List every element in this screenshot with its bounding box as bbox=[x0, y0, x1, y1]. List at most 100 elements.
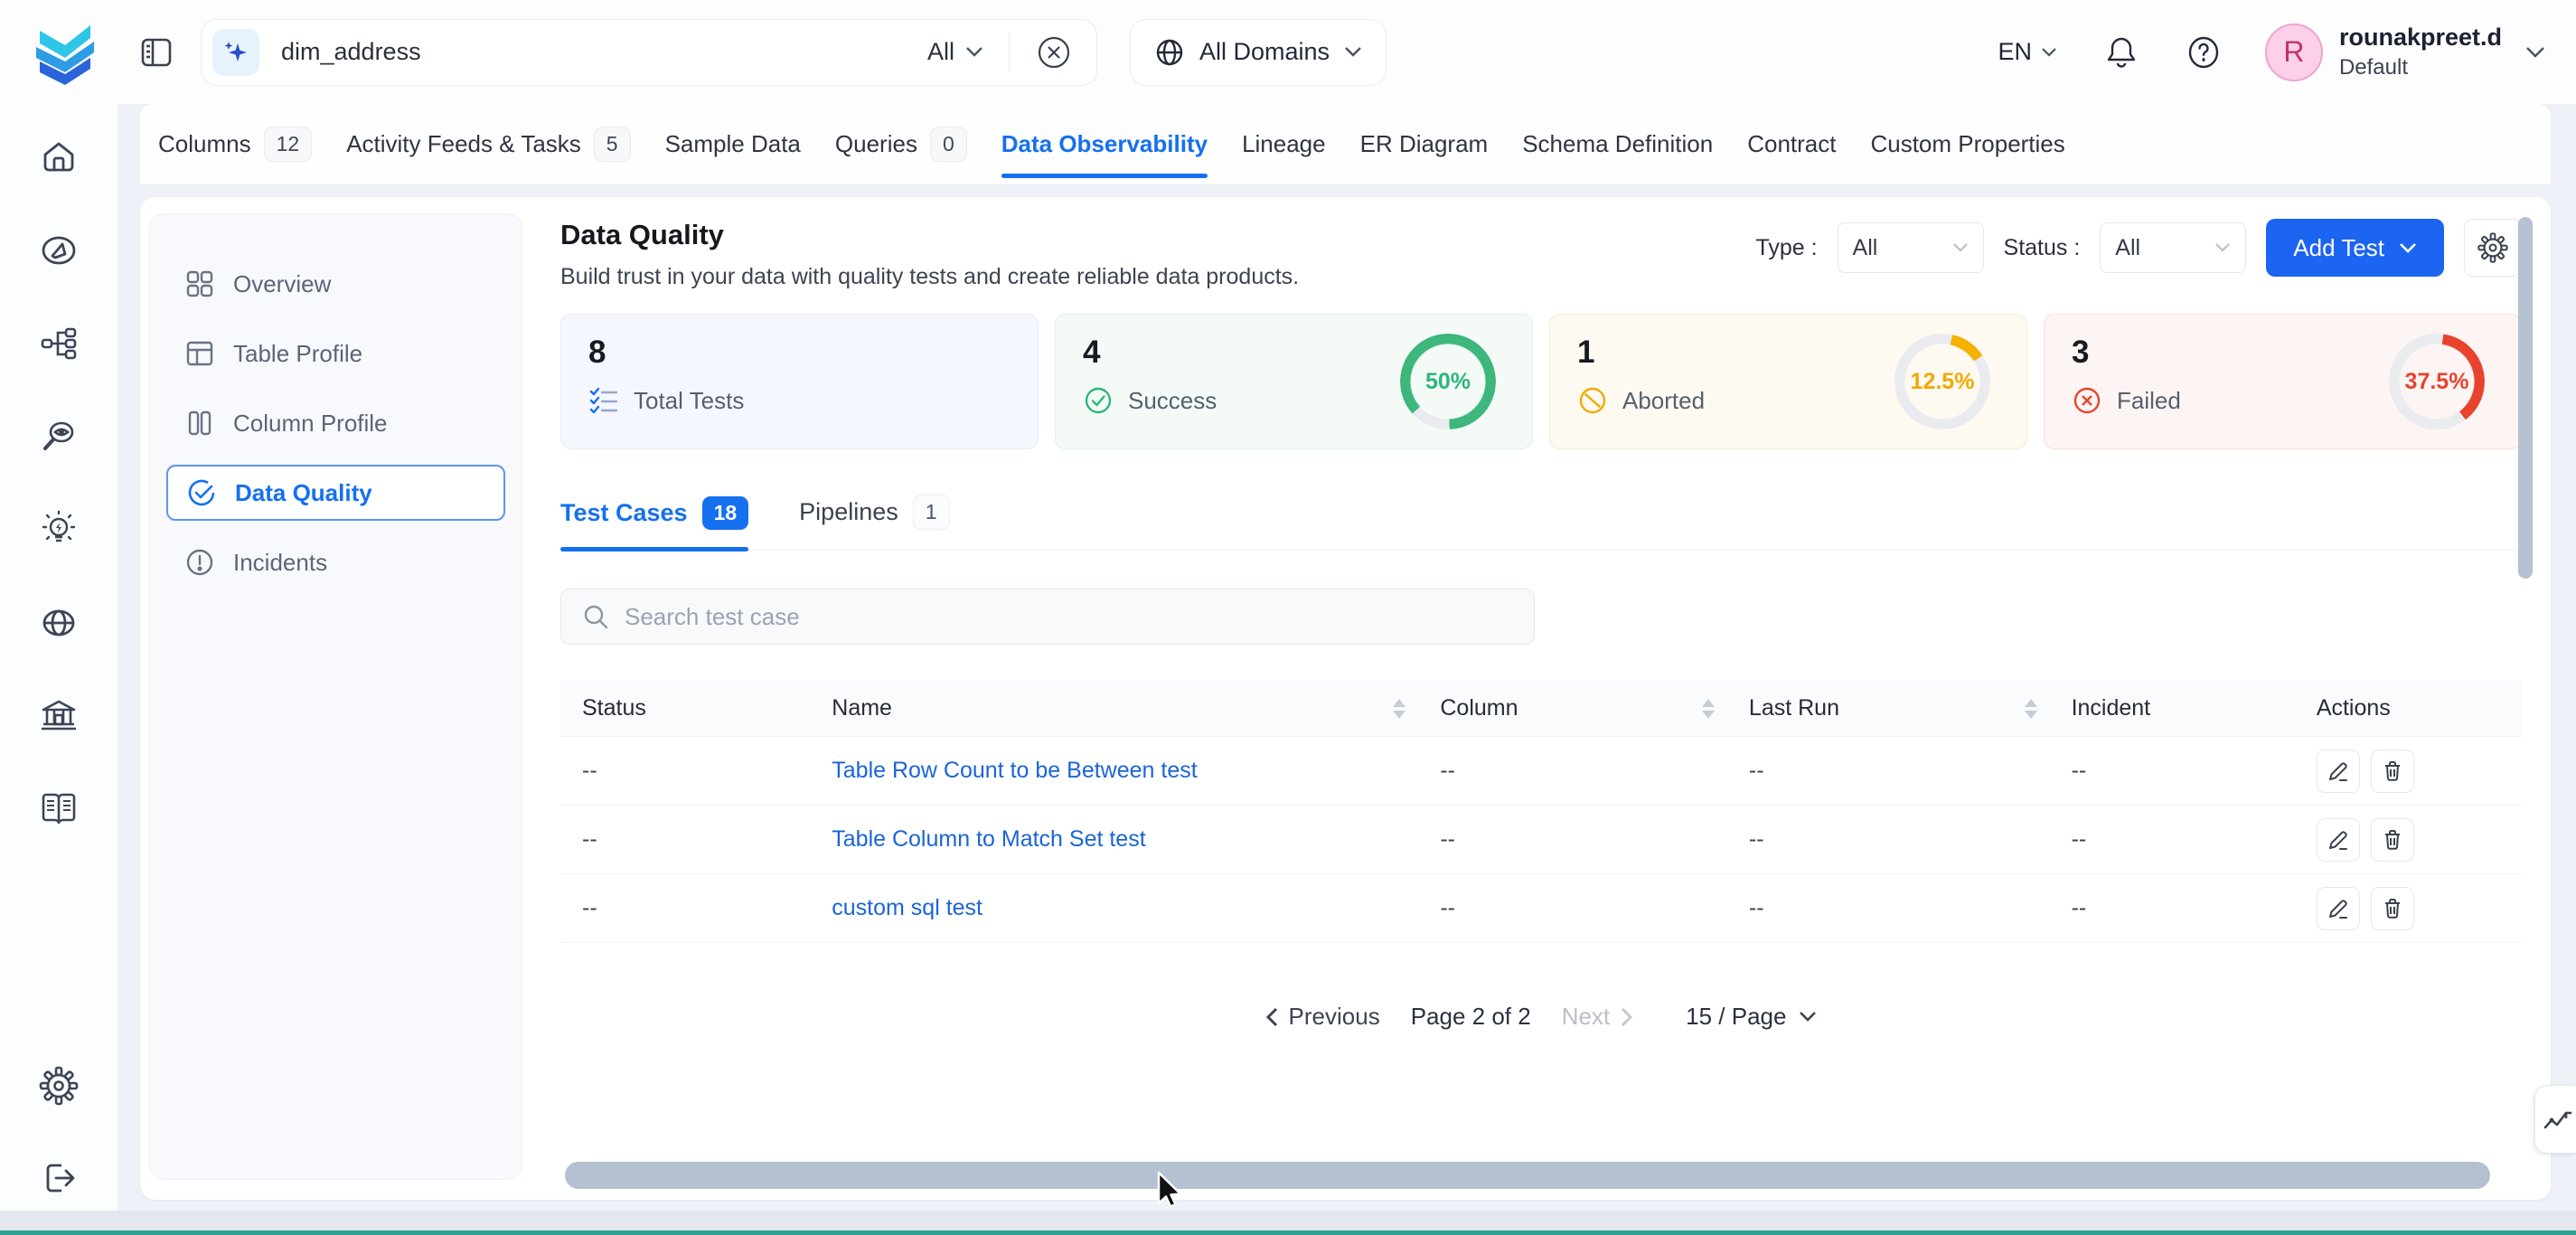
horizontal-scrollbar-thumb[interactable] bbox=[565, 1162, 2490, 1189]
vertical-scrollbar-thumb[interactable] bbox=[2518, 217, 2533, 579]
help-icon[interactable] bbox=[2186, 34, 2222, 71]
type-filter-select[interactable]: All bbox=[1838, 222, 1984, 273]
test-cases-count-badge: 18 bbox=[702, 496, 749, 530]
failed-x-icon bbox=[2072, 385, 2102, 416]
user-profile-menu[interactable]: R rounakpreet.d Default bbox=[2265, 24, 2545, 81]
failed-label: Failed bbox=[2117, 387, 2181, 415]
tab-custom-properties[interactable]: Custom Properties bbox=[1870, 104, 2064, 184]
column-profile-icon bbox=[184, 408, 215, 438]
tab-data-observability[interactable]: Data Observability bbox=[1001, 104, 1208, 184]
workflow-icon bbox=[2543, 1104, 2573, 1135]
top-app-bar: dim_address All All Domains EN bbox=[0, 0, 2576, 104]
lineage-flow-icon[interactable] bbox=[38, 323, 80, 364]
logout-icon[interactable] bbox=[38, 1157, 80, 1199]
explore-compass-icon[interactable] bbox=[38, 230, 80, 271]
total-tests-label: Total Tests bbox=[634, 387, 744, 415]
tab-test-cases[interactable]: Test Cases 18 bbox=[560, 496, 748, 550]
pencil-icon bbox=[2327, 897, 2350, 920]
table-header-row: Status Name Column Last Run Incident Act… bbox=[560, 681, 2522, 737]
cell-incident: -- bbox=[2050, 737, 2295, 806]
openmetadata-logo[interactable] bbox=[33, 18, 98, 87]
domains-dropdown[interactable]: All Domains bbox=[1130, 19, 1387, 86]
col-name[interactable]: Name bbox=[810, 681, 1418, 737]
menu-item-incidents[interactable]: Incidents bbox=[166, 534, 505, 590]
test-settings-button[interactable] bbox=[2464, 219, 2522, 277]
trash-icon bbox=[2381, 828, 2404, 852]
notifications-bell-icon[interactable] bbox=[2104, 34, 2139, 71]
tab-er-diagram[interactable]: ER Diagram bbox=[1360, 104, 1489, 184]
delete-button[interactable] bbox=[2371, 749, 2414, 793]
success-ring-chart: 50% bbox=[1400, 334, 1496, 429]
next-page-button[interactable]: Next bbox=[1562, 1003, 1633, 1031]
trash-icon bbox=[2381, 759, 2404, 783]
entity-tab-bar: Columns12 Activity Feeds & Tasks5 Sample… bbox=[140, 104, 2551, 185]
search-scope-dropdown[interactable]: All bbox=[927, 38, 983, 66]
delete-button[interactable] bbox=[2371, 887, 2414, 930]
col-column[interactable]: Column bbox=[1418, 681, 1727, 737]
tab-schema-definition[interactable]: Schema Definition bbox=[1522, 104, 1713, 184]
tab-sample-data[interactable]: Sample Data bbox=[665, 104, 801, 184]
col-last-run[interactable]: Last Run bbox=[1727, 681, 2050, 737]
tab-columns[interactable]: Columns12 bbox=[158, 104, 312, 184]
menu-item-data-quality[interactable]: Data Quality bbox=[166, 465, 505, 521]
cell-last-run: -- bbox=[1727, 874, 2050, 943]
status-filter-select[interactable]: All bbox=[2100, 222, 2246, 273]
tab-count-badge: 5 bbox=[594, 127, 631, 162]
test-case-search-input[interactable] bbox=[625, 603, 1514, 631]
aborted-percent: 12.5% bbox=[1894, 334, 1990, 429]
tab-lineage[interactable]: Lineage bbox=[1242, 104, 1326, 184]
test-case-link[interactable]: Table Column to Match Set test bbox=[832, 826, 1145, 852]
cell-status: -- bbox=[560, 737, 810, 806]
page-content: Columns12 Activity Feeds & Tasks5 Sample… bbox=[118, 104, 2576, 1235]
governance-bank-icon[interactable] bbox=[38, 695, 80, 737]
clear-search-icon[interactable] bbox=[1035, 33, 1073, 71]
tab-queries[interactable]: Queries0 bbox=[835, 104, 967, 184]
checklist-icon bbox=[588, 385, 619, 416]
status-filter-label: Status : bbox=[2004, 235, 2081, 261]
cell-last-run: -- bbox=[1727, 806, 2050, 874]
test-case-search[interactable] bbox=[560, 589, 1535, 645]
menu-item-table-profile[interactable]: Table Profile bbox=[166, 325, 505, 382]
edit-button[interactable] bbox=[2317, 749, 2360, 793]
overview-grid-icon bbox=[184, 269, 215, 299]
tab-activity-feeds[interactable]: Activity Feeds & Tasks5 bbox=[346, 104, 630, 184]
add-test-button[interactable]: Add Test bbox=[2266, 219, 2444, 277]
menu-item-overview[interactable]: Overview bbox=[166, 256, 505, 312]
incidents-alert-icon bbox=[184, 547, 215, 578]
edit-button[interactable] bbox=[2317, 818, 2360, 862]
menu-item-column-profile[interactable]: Column Profile bbox=[166, 395, 505, 451]
profiler-menu: Overview Table Profile Column Profile bbox=[149, 213, 522, 1180]
success-label: Success bbox=[1128, 387, 1217, 415]
failed-percent: 37.5% bbox=[2389, 334, 2485, 429]
language-selector[interactable]: EN bbox=[1998, 38, 2057, 66]
window-scroll-track[interactable] bbox=[0, 1211, 2576, 1230]
home-icon[interactable] bbox=[38, 137, 80, 178]
page-size-select[interactable]: 15 / Page bbox=[1686, 1003, 1817, 1031]
insights-bulb-icon[interactable] bbox=[38, 509, 80, 551]
delete-button[interactable] bbox=[2371, 818, 2414, 862]
global-search-bar[interactable]: dim_address All bbox=[201, 19, 1097, 86]
col-actions: Actions bbox=[2295, 681, 2522, 737]
aborted-label: Aborted bbox=[1622, 387, 1705, 415]
cell-incident: -- bbox=[2050, 874, 2295, 943]
previous-page-button[interactable]: Previous bbox=[1265, 1003, 1380, 1031]
floating-widget-button[interactable] bbox=[2534, 1085, 2576, 1154]
pipelines-count-badge: 1 bbox=[913, 495, 950, 530]
tab-count-badge: 0 bbox=[930, 127, 967, 162]
test-case-link[interactable]: custom sql test bbox=[832, 895, 982, 920]
tab-contract[interactable]: Contract bbox=[1747, 104, 1836, 184]
tab-pipelines[interactable]: Pipelines 1 bbox=[799, 495, 949, 550]
glossary-book-icon[interactable] bbox=[38, 788, 80, 830]
chevron-down-icon bbox=[2041, 47, 2057, 58]
observability-search-eye-icon[interactable] bbox=[38, 416, 80, 457]
chevron-down-icon bbox=[1952, 242, 1969, 253]
aborted-card: 1 Aborted 12.5% bbox=[1549, 314, 2027, 449]
total-tests-value: 8 bbox=[588, 335, 1011, 371]
search-input[interactable]: dim_address bbox=[281, 38, 421, 66]
sidebar-toggle-icon[interactable] bbox=[137, 33, 175, 71]
edit-button[interactable] bbox=[2317, 887, 2360, 930]
settings-gear-icon[interactable] bbox=[38, 1065, 80, 1107]
domains-globe-icon[interactable] bbox=[38, 602, 80, 644]
type-filter-label: Type : bbox=[1755, 235, 1817, 261]
test-case-link[interactable]: Table Row Count to be Between test bbox=[832, 758, 1197, 783]
